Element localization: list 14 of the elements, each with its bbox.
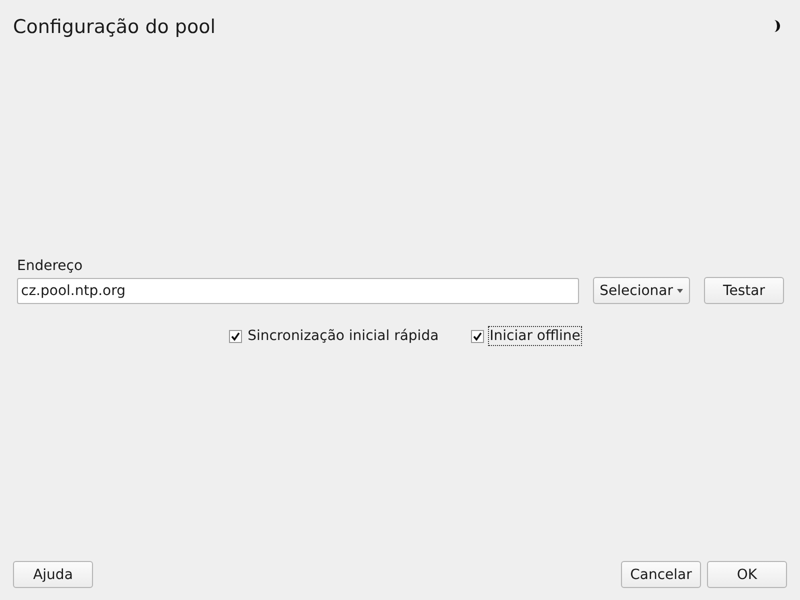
checkbox-label[interactable]: Sincronização inicial rápida <box>246 326 441 346</box>
address-label: Endereço <box>17 258 83 274</box>
action-button[interactable]: Selecionar <box>592 277 690 304</box>
help-button[interactable]: Ajuda <box>13 561 93 588</box>
checkbox[interactable] <box>228 330 242 342</box>
action-button[interactable]: Testar <box>704 277 784 304</box>
window-title: Configuração do pool <box>13 16 216 38</box>
caret-icon <box>677 288 683 292</box>
checkbox-label[interactable]: Iniciar offline <box>488 326 582 346</box>
moon-icon[interactable] <box>773 19 783 33</box>
dialog-button[interactable]: OK <box>707 561 787 588</box>
dialog-button[interactable]: Cancelar <box>621 561 701 588</box>
checkbox[interactable] <box>470 330 484 342</box>
address-field[interactable]: cz.pool.ntp.org <box>17 278 579 304</box>
